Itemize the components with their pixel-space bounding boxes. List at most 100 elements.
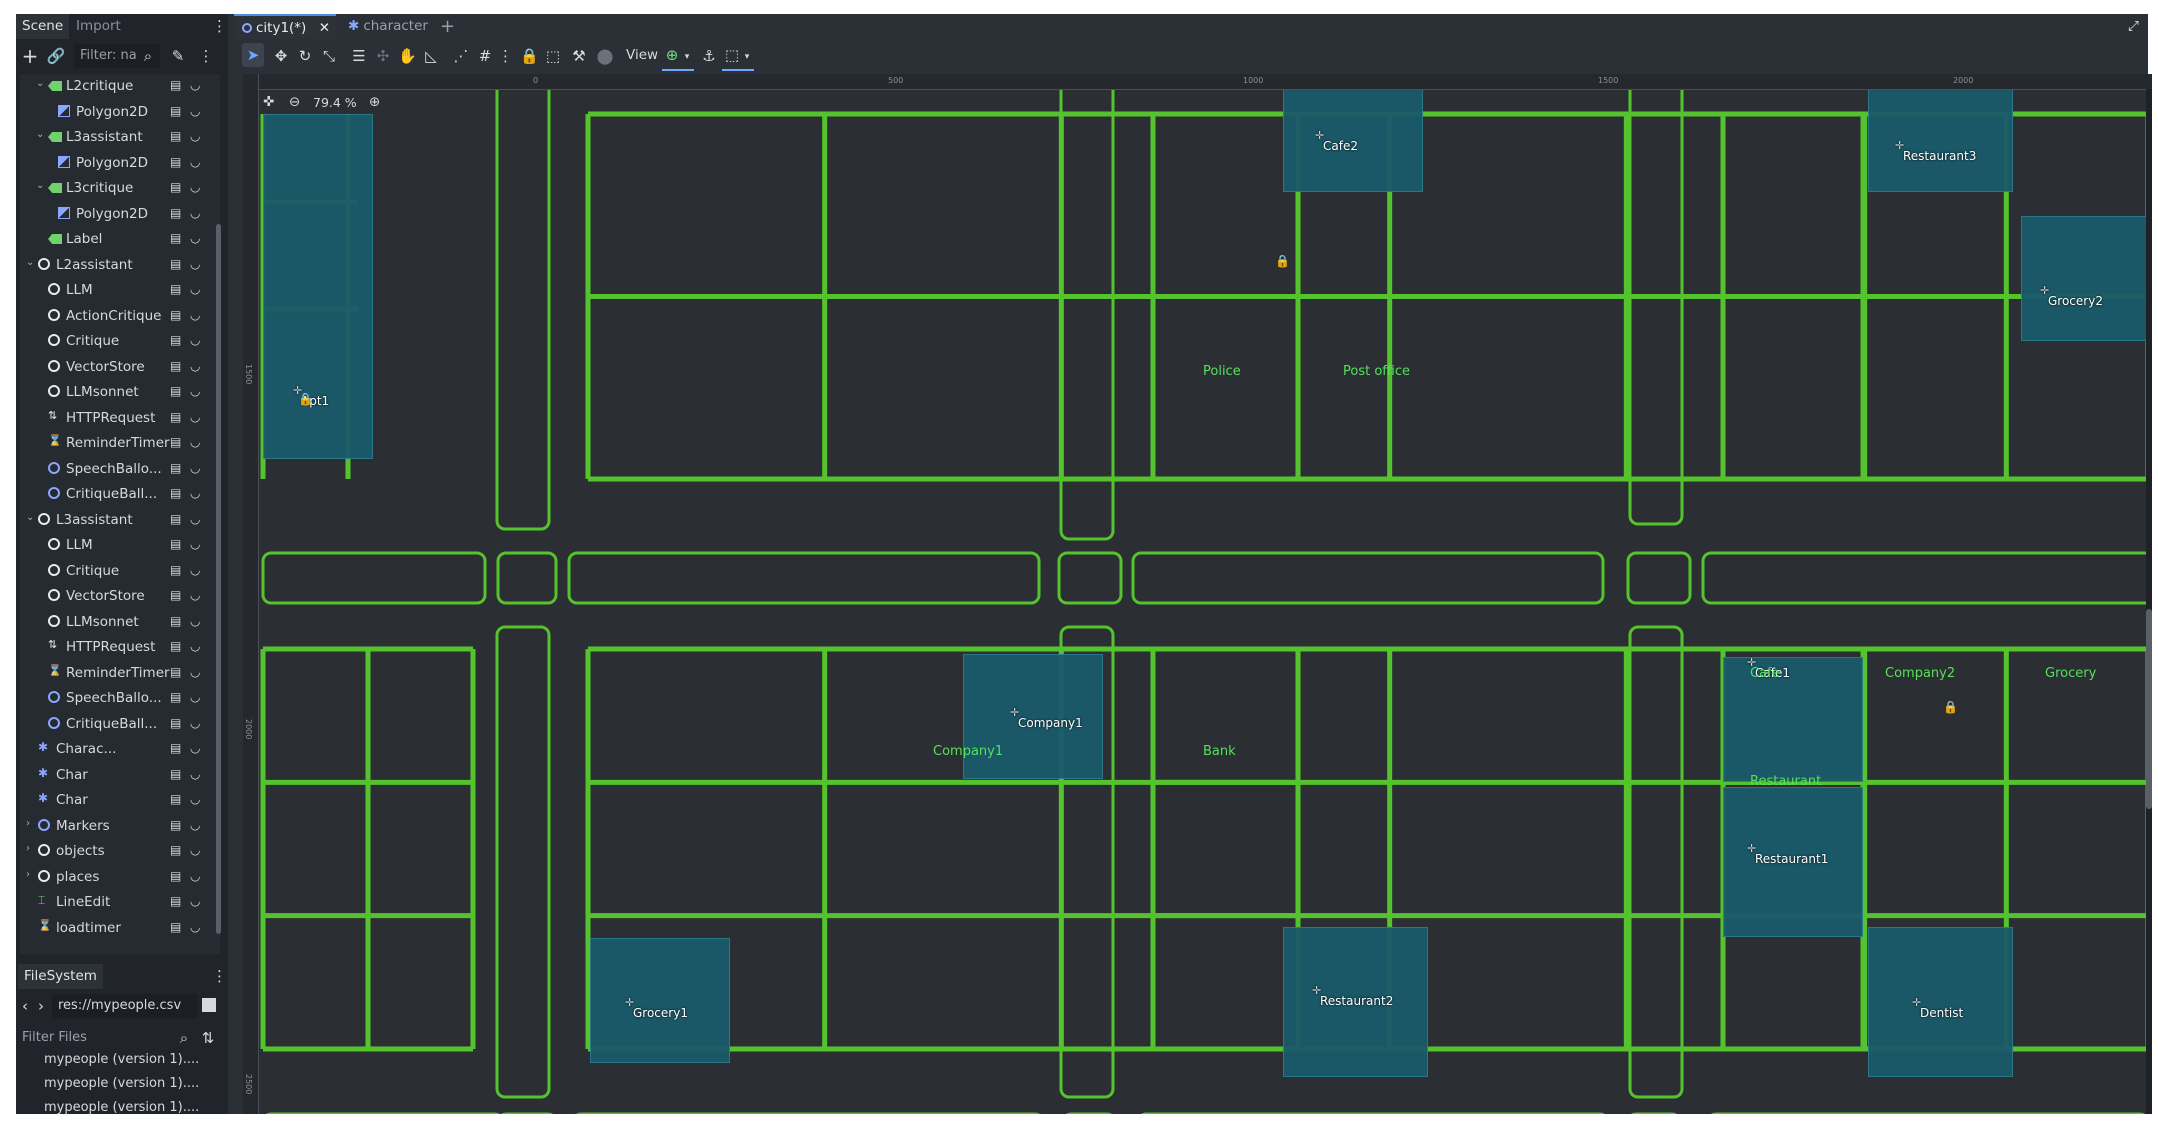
pivot-icon[interactable]: ✛ xyxy=(1010,706,1019,719)
tree-item[interactable]: Polygon2D ▤ ◡ xyxy=(20,151,220,176)
tree-item[interactable]: CritiqueBall... ▤ ◡ xyxy=(20,482,220,507)
pivot-icon[interactable]: ✛ xyxy=(625,996,634,1009)
scrollbar-thumb[interactable] xyxy=(2146,609,2152,809)
zoom-level[interactable]: 79.4 % xyxy=(313,95,357,110)
collapse-arrow-icon[interactable]: › xyxy=(26,818,36,829)
group-icon[interactable]: ⬚ xyxy=(544,46,562,66)
pivot-icon[interactable]: ✛ xyxy=(1747,842,1756,855)
place-area[interactable] xyxy=(1723,657,1863,782)
script-icon[interactable]: ▤ xyxy=(170,384,181,398)
grid-snap-icon[interactable]: # xyxy=(476,46,494,66)
pivot-icon[interactable]: ✛ xyxy=(1315,129,1324,142)
tree-item[interactable]: LLM ▤ ◡ xyxy=(20,533,220,558)
tree-item[interactable]: LLMsonnet ▤ ◡ xyxy=(20,610,220,635)
place-area[interactable] xyxy=(590,938,730,1063)
script-icon[interactable]: ▤ xyxy=(170,792,181,806)
pivot-icon[interactable]: ✛ xyxy=(1312,984,1321,997)
split-view-icon[interactable] xyxy=(202,998,216,1012)
tree-item[interactable]: VectorStore ▤ ◡ xyxy=(20,355,220,380)
anchor-icon[interactable]: ⚓ xyxy=(700,46,718,66)
visibility-icon[interactable]: ◡ xyxy=(190,512,200,526)
expand-arrow-icon[interactable]: ⌄ xyxy=(36,180,46,191)
script-icon[interactable]: ▤ xyxy=(170,894,181,908)
file-row[interactable]: mypeople (version 1).... xyxy=(44,1052,199,1067)
pivot-icon[interactable]: ✛ xyxy=(1912,996,1921,1009)
visibility-icon[interactable]: ◡ xyxy=(190,690,200,704)
viewport-scrollbar[interactable] xyxy=(2146,89,2152,1114)
anchor-preset-button[interactable]: ⊕ ▾ xyxy=(662,41,694,71)
tree-item[interactable]: Polygon2D ▤ ◡ xyxy=(20,202,220,227)
script-icon[interactable]: ▤ xyxy=(170,563,181,577)
pivot-icon[interactable]: ✣ xyxy=(374,46,392,66)
link-icon[interactable]: 🔗 xyxy=(46,46,66,66)
visibility-icon[interactable]: ◡ xyxy=(190,78,200,92)
fullscreen-icon[interactable]: ⤢ xyxy=(2128,14,2144,39)
expand-arrow-icon[interactable]: ⌄ xyxy=(26,257,36,268)
visibility-icon[interactable]: ◡ xyxy=(190,308,200,322)
tree-item[interactable]: Critique ▤ ◡ xyxy=(20,559,220,584)
snap-options-icon[interactable]: ⋮ xyxy=(498,46,513,66)
visibility-icon[interactable]: ◡ xyxy=(190,206,200,220)
visibility-icon[interactable]: ◡ xyxy=(190,486,200,500)
tree-item[interactable]: ⌶ LineEdit ▤ ◡ xyxy=(20,890,220,915)
tree-item[interactable]: ✱ Charac... ▤ ◡ xyxy=(20,737,220,762)
script-icon[interactable]: ▤ xyxy=(170,461,181,475)
script-icon[interactable]: ▤ xyxy=(170,104,181,118)
script-icon[interactable]: ▤ xyxy=(170,920,181,934)
visibility-icon[interactable]: ◡ xyxy=(190,818,200,832)
script-icon[interactable]: ▤ xyxy=(170,282,181,296)
ruler-mode-icon[interactable]: ◺ xyxy=(422,46,440,66)
script-icon[interactable]: ▤ xyxy=(170,359,181,373)
fs-path-field[interactable]: res://mypeople.csv xyxy=(52,994,198,1018)
canvas-viewport[interactable]: Cafe2 ✛ Restaurant3 ✛ Grocery2 ✛ Apt1 ✛ Company1… xyxy=(243,74,2152,1114)
tree-item[interactable]: ✱ Char ▤ ◡ xyxy=(20,788,220,813)
forward-icon[interactable]: › xyxy=(34,996,48,1016)
script-icon[interactable]: ▤ xyxy=(170,690,181,704)
lock-icon[interactable]: 🔒 xyxy=(520,46,539,66)
collapse-arrow-icon[interactable]: › xyxy=(26,843,36,854)
scene-tree-scrollbar[interactable] xyxy=(216,224,221,934)
script-icon[interactable]: ▤ xyxy=(170,257,181,271)
sort-icon[interactable]: ⇅ xyxy=(200,1028,216,1048)
script-icon[interactable]: ▤ xyxy=(170,665,181,679)
center-view-icon[interactable]: ✜ xyxy=(263,94,274,110)
pivot-icon[interactable]: ✛ xyxy=(2040,284,2049,297)
visibility-icon[interactable]: ◡ xyxy=(190,716,200,730)
tab-import[interactable]: Import xyxy=(70,14,127,39)
tree-item[interactable]: ActionCritique ▤ ◡ xyxy=(20,304,220,329)
script-icon[interactable]: ✎ xyxy=(168,46,188,66)
tree-item[interactable]: LLMsonnet ▤ ◡ xyxy=(20,380,220,405)
add-node-icon[interactable]: + xyxy=(20,46,40,66)
visibility-icon[interactable]: ◡ xyxy=(190,843,200,857)
expand-arrow-icon[interactable]: ⌄ xyxy=(36,78,46,89)
override-camera-icon[interactable]: ⬤ xyxy=(596,46,614,66)
pan-mode-icon[interactable]: ✋ xyxy=(398,46,417,66)
tab-filesystem[interactable]: FileSystem xyxy=(18,964,103,989)
place-area[interactable] xyxy=(1868,74,2013,192)
pivot-icon[interactable]: ✛ xyxy=(1895,139,1904,152)
script-icon[interactable]: ▤ xyxy=(170,155,181,169)
skeleton-icon[interactable]: ⚒ xyxy=(570,46,588,66)
tree-item[interactable]: ⇅ HTTPRequest ▤ ◡ xyxy=(20,406,220,431)
visibility-icon[interactable]: ◡ xyxy=(190,231,200,245)
script-icon[interactable]: ▤ xyxy=(170,206,181,220)
script-icon[interactable]: ▤ xyxy=(170,767,181,781)
tree-item[interactable]: Label ▤ ◡ xyxy=(20,227,220,252)
tree-item[interactable]: LLM ▤ ◡ xyxy=(20,278,220,303)
close-icon[interactable]: ✕ xyxy=(319,16,330,41)
zoom-in-icon[interactable]: ⊕ xyxy=(369,94,380,110)
script-icon[interactable]: ▤ xyxy=(170,333,181,347)
layout-button[interactable]: ⬚ ▾ xyxy=(722,41,754,71)
visibility-icon[interactable]: ◡ xyxy=(190,129,200,143)
zoom-out-icon[interactable]: ⊖ xyxy=(289,94,300,110)
visibility-icon[interactable]: ◡ xyxy=(190,282,200,296)
tree-item[interactable]: ⌛ ReminderTimer ▤ ◡ xyxy=(20,661,220,686)
scene-menu-icon[interactable]: ⋮ xyxy=(196,46,216,66)
visibility-icon[interactable]: ◡ xyxy=(190,767,200,781)
list-select-icon[interactable]: ☰ xyxy=(350,46,368,66)
visibility-icon[interactable]: ◡ xyxy=(190,792,200,806)
visibility-icon[interactable]: ◡ xyxy=(190,920,200,934)
script-icon[interactable]: ▤ xyxy=(170,78,181,92)
script-icon[interactable]: ▤ xyxy=(170,410,181,424)
tree-item[interactable]: ⌄ L3assistant ▤ ◡ xyxy=(20,125,220,150)
